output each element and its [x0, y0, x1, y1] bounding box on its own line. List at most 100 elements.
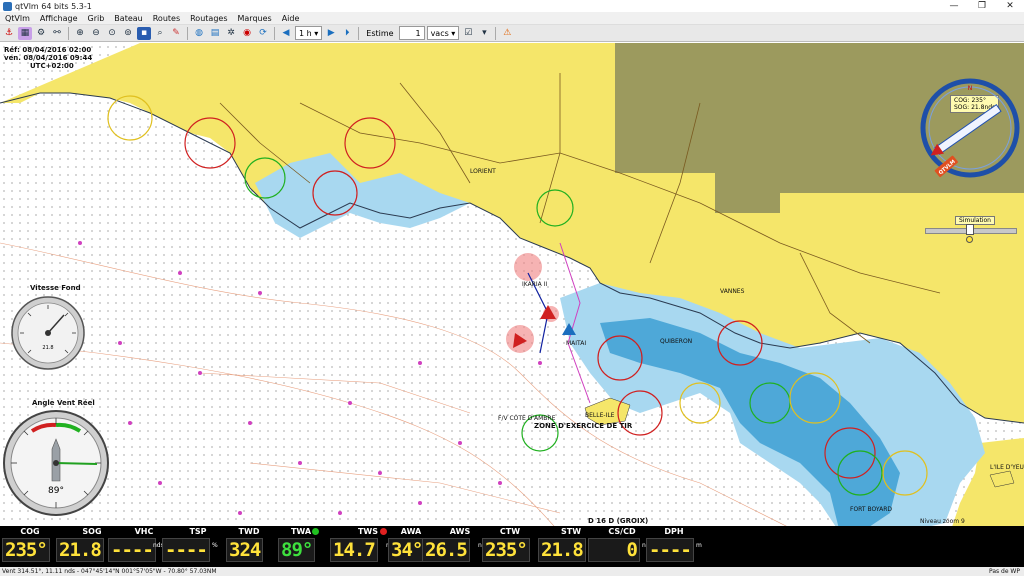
instrument-panel: COG 235° SOG 21.8 nds VHC ---- nds TSP -…: [0, 526, 1024, 568]
boat-label: IKARIA II: [522, 281, 547, 288]
compass-north: N: [968, 85, 973, 92]
instrument-twa: TWA 89°: [276, 527, 326, 567]
search-icon[interactable]: ⌕: [153, 27, 167, 40]
boat-icon[interactable]: ⚓: [2, 27, 16, 40]
window-title: qtVlm 64 bits 5.3-1: [15, 1, 92, 11]
toolbar-separator: [358, 26, 360, 40]
status-bar: Vent 314.51°, 11.11 nds - 047°45'14"N 00…: [0, 567, 1024, 576]
link-icon[interactable]: ⚯: [50, 27, 64, 40]
toolbar-separator: [495, 26, 497, 40]
play-icon[interactable]: ⏵: [340, 27, 354, 40]
app-icon: [3, 1, 12, 11]
menu-routages[interactable]: Routages: [185, 14, 232, 23]
dropdown-icon[interactable]: ▾: [477, 27, 491, 40]
toolbar: ⚓ ▦ ⚙ ⚯ ⊕ ⊖ ⊙ ⊚ ▪ ⌕ ✎ ◍ ▤ ✲ ◉ ⟳ ◀ 1 h ▾ …: [0, 25, 1024, 42]
instrument-value: 14.7: [330, 538, 378, 562]
instrument-label: DPH: [664, 527, 684, 536]
nautical-chart[interactable]: IKARIA II MAITAI F/V COTE D'AMBRE BELLE-…: [0, 43, 1024, 533]
zoom-level-label: Niveau zoom 9: [920, 518, 965, 525]
boat-label: MAITAI: [566, 340, 586, 347]
wind-gauge-title: Angle Vent Réel: [32, 399, 95, 407]
maximize-button[interactable]: ❐: [968, 0, 996, 12]
instrument-value: 235°: [482, 538, 530, 562]
zone-label: ZONE D'EXERCICE DE TIR: [534, 422, 633, 430]
instrument-value: 89°: [278, 538, 316, 562]
estime-spinbox[interactable]: 1: [398, 26, 425, 40]
menu-aide[interactable]: Aide: [277, 14, 305, 23]
speed-gauge: 21.8: [11, 296, 85, 370]
instrument-cog: COG 235°: [0, 527, 60, 567]
target-zone[interactable]: [514, 253, 542, 281]
menu-affichage[interactable]: Affichage: [35, 14, 83, 23]
place-label: FORT BOYARD: [850, 506, 892, 513]
status-waypoint: Pas de WP: [988, 568, 1020, 575]
instrument-value: 26.5: [422, 538, 470, 562]
compass-rose[interactable]: N QTVLM: [920, 78, 1020, 178]
simulation-slider-handle[interactable]: [966, 224, 974, 235]
menu-bar: QtVlm Affichage Grib Bateau Routes Routa…: [0, 12, 1024, 25]
grib-icon[interactable]: ▦: [18, 26, 32, 40]
time-step-select[interactable]: 1 h ▾: [295, 26, 323, 40]
warning-icon[interactable]: ⚠: [500, 27, 514, 40]
instrument-value: 21.8: [56, 538, 104, 562]
options-icon[interactable]: ⚙: [34, 27, 48, 40]
instrument-value: 0: [588, 538, 640, 562]
minimize-button[interactable]: —: [940, 0, 968, 12]
speed-gauge-value: 21.8: [42, 345, 53, 351]
menu-marques[interactable]: Marques: [232, 14, 276, 23]
step-forward-icon[interactable]: ▶: [324, 27, 338, 40]
utc-offset: UTC+02:00: [30, 62, 74, 70]
toolbar-separator: [68, 26, 69, 40]
instrument-label: TWD: [238, 527, 260, 536]
step-back-icon[interactable]: ◀: [279, 27, 293, 40]
zoom-area-icon[interactable]: ⊚: [121, 27, 135, 40]
zoom-fit-icon[interactable]: ⊙: [105, 27, 119, 40]
zoom-in-icon[interactable]: ⊕: [73, 27, 87, 40]
current-date: ven. 08/04/2016 09:44: [4, 54, 93, 62]
instrument-value: 324: [226, 538, 264, 562]
instrument-value: 235°: [2, 538, 50, 562]
chart-map[interactable]: IKARIA II MAITAI F/V COTE D'AMBRE BELLE-…: [0, 43, 1024, 533]
menu-qtvlm[interactable]: QtVlm: [0, 14, 35, 23]
checkbox-icon[interactable]: ☑: [461, 27, 475, 40]
wheel-icon[interactable]: ✲: [224, 27, 238, 40]
instrument-label: COG: [20, 527, 40, 536]
zone-name-label: F/V COTE D'AMBRE: [498, 415, 556, 422]
simulation-indicator-icon: [966, 236, 973, 243]
instrument-dph: DPH ---- m: [644, 527, 704, 567]
sync-icon[interactable]: ⟳: [256, 27, 270, 40]
compass-needle: [930, 103, 1002, 156]
menu-grib[interactable]: Grib: [83, 14, 110, 23]
instrument-value: ----: [162, 538, 210, 562]
date-info: Réf: 08/04/2016 02:00 ven. 08/04/2016 09…: [4, 46, 92, 70]
toolbar-separator: [187, 26, 188, 40]
place-label: L'ILE D'YEU: [990, 464, 1024, 471]
place-label: BELLE-ILE: [585, 412, 615, 419]
instrument-label: CTW: [499, 527, 521, 536]
place-label: QUIBERON: [660, 338, 692, 345]
instrument-value: 21.8: [538, 538, 586, 562]
estime-unit-select[interactable]: vacs ▾: [426, 26, 460, 40]
zone-label: D 16 D (GROIX): [588, 517, 648, 525]
close-button[interactable]: ✕: [996, 0, 1024, 12]
simulation-label: Simulation: [955, 216, 995, 225]
place-label: LORIENT: [470, 168, 496, 175]
toolbar-separator: [274, 26, 275, 40]
title-bar: qtVlm 64 bits 5.3-1 — ❐ ✕: [0, 0, 1024, 12]
zoom-out-icon[interactable]: ⊖: [89, 27, 103, 40]
globe-icon[interactable]: ◍: [192, 27, 206, 40]
status-position: Vent 314.51°, 11.11 nds - 047°45'14"N 00…: [2, 568, 217, 575]
record-icon[interactable]: ◉: [240, 27, 254, 40]
instrument-twd: TWD 324: [224, 527, 274, 567]
layers-icon[interactable]: ▤: [208, 27, 222, 40]
menu-routes[interactable]: Routes: [148, 14, 185, 23]
pen-icon[interactable]: ✎: [169, 27, 183, 40]
instrument-ctw: CTW 235°: [480, 527, 540, 567]
ref-date: Réf: 08/04/2016 02:00: [4, 46, 92, 54]
twa-indicator-icon: [312, 528, 319, 535]
wind-angle-gauge: 89°: [3, 410, 109, 516]
select-area-icon[interactable]: ▪: [137, 26, 151, 40]
instrument-unit: %: [212, 542, 218, 549]
menu-bateau[interactable]: Bateau: [109, 14, 147, 23]
place-label: VANNES: [720, 288, 745, 295]
